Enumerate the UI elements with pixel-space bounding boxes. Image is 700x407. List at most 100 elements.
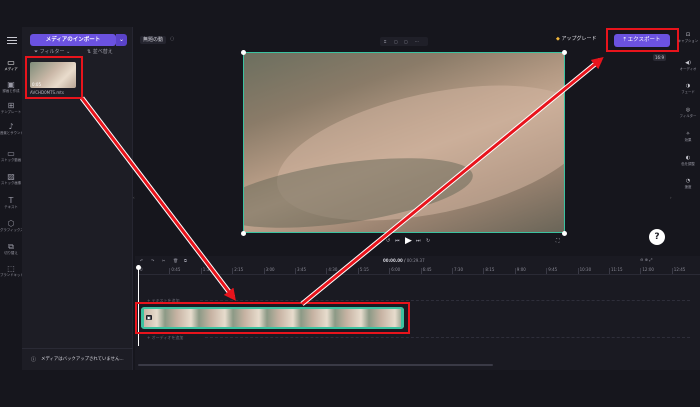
ruler-tick (263, 268, 265, 274)
text-icon: T (8, 196, 14, 205)
sort-icon: ⇅ (87, 49, 92, 55)
aspect-ratio-badge[interactable]: 16:9 (653, 54, 666, 61)
rp-effects[interactable]: ✧ 効果 (676, 131, 700, 142)
ruler-tick (640, 268, 642, 274)
music-icon: ♪ (8, 122, 14, 131)
ruler-tick (609, 268, 610, 274)
rewind-icon[interactable]: ↺ (386, 238, 390, 244)
grid-icon: ⊞ (7, 101, 15, 110)
timeline-scrollbar[interactable] (138, 364, 493, 366)
skip-forward-icon[interactable]: ⏭ (416, 238, 421, 244)
audio-track-hint[interactable]: + オーディオを追加 (147, 335, 183, 340)
ruler-tick (546, 268, 548, 274)
info-icon: ⓘ (31, 357, 37, 363)
image-icon: ▨ (7, 172, 15, 181)
ruler-label: 1:30 (202, 267, 212, 272)
ruler-label: 3:45 (297, 267, 306, 272)
forward-icon[interactable]: ↻ (426, 238, 430, 244)
right-collapse-handle[interactable]: › (670, 195, 672, 200)
play-icon[interactable]: ▶ (405, 236, 412, 246)
fit-timeline-icon[interactable]: ⤢ (649, 257, 652, 262)
ruler-tick (169, 268, 171, 274)
brand-icon: ⬚ (7, 264, 15, 273)
left-rail: ▭メディア ▣録画と作成 ⊞テンプレート ♪音楽とサウンドエフェクト ▭ストック… (0, 26, 22, 371)
rp-fade[interactable]: ◑ フェード (676, 83, 700, 94)
import-media-button[interactable]: メディアのインポート (30, 34, 116, 46)
folder-icon: ▭ (7, 58, 15, 67)
playback-controls: ↺ ⏮ ▶ ⏭ ↻ (386, 236, 438, 247)
ruler-tick (295, 268, 296, 274)
rail-item-text[interactable]: T テキスト (0, 196, 22, 209)
video-preview[interactable] (243, 52, 565, 233)
current-time: 00:00.00 (383, 258, 403, 263)
ruler-label: 12:45 (673, 267, 686, 272)
rail-item-brand-kit[interactable]: ⬚ ブランドキット (0, 264, 22, 277)
ruler-tick (420, 268, 422, 274)
zoom-out-icon[interactable]: ⊖ (640, 257, 643, 262)
time-separator: / (404, 258, 406, 263)
preview-toolbar: ⌗ ▢ ▢ ··· (380, 37, 428, 46)
ruler-tick (200, 268, 202, 274)
rail-item-graphics[interactable]: ⬡ グラフィックス (0, 219, 22, 232)
diamond-icon: ◆ (556, 36, 560, 42)
audio-track-line (205, 337, 690, 338)
rail-item-music[interactable]: ♪音楽とサウンドエフェクト (0, 122, 22, 135)
ruler-tick (389, 268, 391, 274)
sort-button[interactable]: ⇅ 並べ替え (87, 49, 113, 55)
ruler-label: 4:30 (328, 267, 338, 272)
resize-handle-br[interactable] (562, 231, 567, 236)
skip-back-icon[interactable]: ⏮ (395, 238, 400, 244)
rail-item-stock-video[interactable]: ▭ ストック動画 (0, 149, 22, 162)
export-highlight-box (606, 28, 679, 52)
timeline-toolbar: ↶ ↷ ✂ 🗑 ⧉ (138, 256, 198, 265)
ruler-tick (483, 268, 485, 274)
filter-button[interactable]: ⏷ フィルター ⌄ (34, 49, 70, 55)
rp-captions[interactable]: ⊡ キャプション (676, 32, 700, 43)
ruler-tick (452, 268, 453, 274)
ruler-tick (326, 268, 328, 274)
rail-item-stock-images[interactable]: ▨ ストック画像 (0, 172, 22, 185)
playhead-knob[interactable] (136, 265, 141, 270)
rp-color[interactable]: ◐ 色を調整 (676, 155, 700, 166)
rp-audio[interactable]: ◀) オーディオ (676, 60, 700, 71)
duplicate-icon[interactable]: ⧉ (184, 258, 187, 263)
split-icon[interactable]: ✂ (162, 258, 165, 263)
time-display: 00:00.00 / 00:29.37 (383, 258, 425, 263)
delete-icon[interactable]: 🗑 (173, 258, 178, 263)
rail-item-record[interactable]: ▣ 録画と作成 (0, 80, 22, 93)
text-track-line (200, 300, 690, 301)
fullscreen-icon[interactable]: ⛶ (556, 238, 560, 244)
rail-item-transitions[interactable]: ⧉ 切り替え (0, 242, 22, 255)
rail-item-templates[interactable]: ⊞ テンプレート (0, 101, 22, 114)
rp-speed[interactable]: ◔ 速度 (676, 178, 700, 189)
crop-icon[interactable]: ⌗ (384, 39, 386, 44)
fit-icon[interactable]: ▢ (394, 39, 398, 44)
media-highlight-box (25, 56, 83, 99)
rail-item-media[interactable]: ▭ メディア (0, 58, 22, 71)
redo-icon[interactable]: ↷ (151, 258, 154, 263)
ruler-label: 6:00 (391, 267, 401, 272)
ruler-tick (514, 268, 516, 274)
more-icon[interactable]: ··· (415, 39, 419, 44)
import-options-button[interactable]: ⌄ (116, 34, 127, 46)
rp-filters[interactable]: ◎ フィルター (676, 107, 700, 118)
cloud-sync-icon: ◌ (170, 36, 175, 42)
backup-notice: ⓘ メディアはバックアップされていません... (22, 348, 133, 370)
ruler-label: 11:15 (611, 267, 623, 272)
timeline-ruler[interactable]: 0 0:45 1:30 2:15 3:00 3:45 4:30 5:15 6:00 6:45 7:3… (138, 266, 700, 275)
project-name[interactable]: 無題の動 (140, 36, 167, 44)
zoom-in-icon[interactable]: ⊕ (645, 257, 648, 262)
undo-icon[interactable]: ↶ (140, 258, 143, 263)
resize-handle-bl[interactable] (241, 231, 246, 236)
help-button[interactable]: ? (649, 229, 665, 245)
collapse-panel-handle[interactable]: ‹ (133, 195, 138, 200)
upgrade-button[interactable]: ◆ アップグレード (556, 36, 596, 42)
ruler-label: 9:00 (516, 267, 526, 272)
ruler-tick (671, 268, 673, 274)
ruler-label: 7:30 (454, 267, 463, 272)
frame-icon[interactable]: ▢ (404, 39, 408, 44)
resize-handle-tr[interactable] (562, 50, 567, 55)
ruler-label: 10:30 (579, 267, 592, 272)
resize-handle-tl[interactable] (241, 50, 246, 55)
shapes-icon: ⬡ (7, 219, 15, 228)
